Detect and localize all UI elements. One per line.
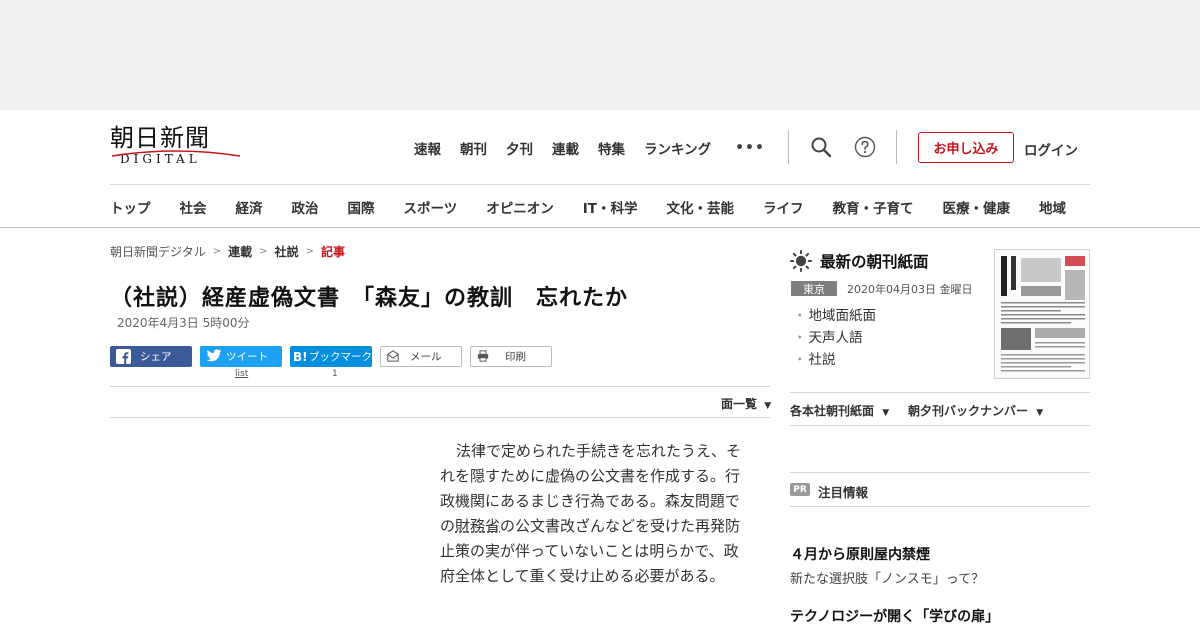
hatena-bookmark-icon: B! xyxy=(293,349,308,364)
divider xyxy=(790,506,1090,507)
top-nav-ranking[interactable]: ランキング xyxy=(644,138,711,158)
subscribe-button[interactable]: お申し込み xyxy=(918,132,1014,163)
divider xyxy=(790,472,1090,473)
search-icon[interactable] xyxy=(809,135,833,159)
category-life[interactable]: ライフ xyxy=(763,197,804,217)
edition-badge: 東京 xyxy=(791,281,837,296)
breadcrumb-separator: > xyxy=(259,246,268,257)
edition-date: 2020年04月03日 金曜日 xyxy=(847,283,973,296)
category-health[interactable]: 医療・健康 xyxy=(942,197,1010,217)
facebook-icon xyxy=(116,349,131,364)
help-icon[interactable] xyxy=(853,135,877,159)
top-nav-rensai[interactable]: 連載 xyxy=(552,138,579,158)
caret-down-icon: ▼ xyxy=(1036,408,1044,418)
header-divider xyxy=(788,130,789,164)
breadcrumb-subsection[interactable]: 社説 xyxy=(275,243,299,260)
mail-icon xyxy=(387,350,399,362)
pr-badge: PR xyxy=(790,483,810,496)
caret-down-icon: ▼ xyxy=(882,408,890,418)
print-icon xyxy=(477,350,489,362)
keyword-link[interactable]: 財務省 xyxy=(455,517,500,535)
divider xyxy=(790,392,1090,393)
facebook-share-button[interactable]: シェア xyxy=(110,346,192,367)
category-economy[interactable]: 経済 xyxy=(236,197,263,217)
article-date: 2020年4月3日 5時00分 xyxy=(117,316,250,330)
logo-arc-icon xyxy=(111,150,241,157)
login-link[interactable]: ログイン xyxy=(1024,139,1078,159)
facebook-share-label: シェア xyxy=(140,351,172,363)
divider xyxy=(110,417,770,418)
page-list-label: 面一覧 xyxy=(721,397,758,411)
twitter-share-label: ツイート xyxy=(226,351,268,363)
category-it-science[interactable]: IT・科学 xyxy=(583,197,638,217)
regional-editions-dropdown[interactable]: 各本社朝刊紙面 ▼ xyxy=(790,402,889,419)
paper-link-regional[interactable]: 地域面紙面 xyxy=(793,305,877,327)
latest-paper-title: 最新の朝刊紙面 xyxy=(820,253,929,271)
article-title: （社説）経産虚偽文書 「森友」の教訓 忘れたか xyxy=(110,286,629,311)
breadcrumb-home[interactable]: 朝日新聞デジタル xyxy=(110,243,206,260)
header-divider-2 xyxy=(896,130,897,164)
breadcrumb-separator: > xyxy=(212,246,222,257)
top-nav-tokushu[interactable]: 特集 xyxy=(598,138,625,158)
page-list-dropdown[interactable]: 面一覧 ▼ xyxy=(721,395,771,412)
breadcrumb-current: 記事 xyxy=(320,245,345,259)
category-culture[interactable]: 文化・芸能 xyxy=(666,197,734,217)
print-label: 印刷 xyxy=(505,351,526,363)
breadcrumb-section[interactable]: 連載 xyxy=(228,243,252,260)
sun-icon xyxy=(790,250,812,272)
newspaper-thumbnail[interactable] xyxy=(994,249,1090,379)
divider xyxy=(110,386,770,387)
mail-share-button[interactable]: メール xyxy=(380,346,462,367)
latest-paper-heading[interactable]: 最新の朝刊紙面 xyxy=(790,250,929,272)
hatena-bookmark-button[interactable]: B! ブックマーク xyxy=(290,346,372,367)
category-international[interactable]: 国際 xyxy=(348,197,375,217)
category-sports[interactable]: スポーツ xyxy=(404,197,458,217)
category-society[interactable]: 社会 xyxy=(180,197,207,217)
more-dots-icon[interactable]: ••• xyxy=(735,140,765,156)
breadcrumb-separator: > xyxy=(305,246,314,257)
top-nav-choukan[interactable]: 朝刊 xyxy=(460,138,487,158)
newspaper-page-image xyxy=(995,250,1089,378)
category-top[interactable]: トップ xyxy=(110,197,151,217)
hatena-bookmark-label: ブックマーク xyxy=(309,351,372,363)
promo-title[interactable]: テクノロジーが開く「学びの扉」 xyxy=(790,606,999,626)
category-region[interactable]: 地域 xyxy=(1039,197,1066,217)
category-education[interactable]: 教育・子育て xyxy=(832,197,913,217)
site-header: 朝日新聞 DIGITAL 速報 朝刊 夕刊 連載 特集 ランキング ••• お申… xyxy=(0,110,1200,228)
divider xyxy=(790,425,1090,426)
back-numbers-label: 朝夕刊バックナンバー xyxy=(908,404,1029,418)
breadcrumb: 朝日新聞デジタル > 連載 > 社説 > 記事 xyxy=(110,243,345,260)
twitter-share-button[interactable]: ツイート xyxy=(200,346,282,367)
caret-down-icon: ▼ xyxy=(764,401,772,411)
top-nav-sokuho[interactable]: 速報 xyxy=(414,138,441,158)
paper-links: 地域面紙面 天声人語 社説 xyxy=(793,305,877,371)
mail-share-label: メール xyxy=(410,351,442,363)
top-nav: 速報 朝刊 夕刊 連載 特集 ランキング ••• xyxy=(414,138,765,158)
top-nav-yukan[interactable]: 夕刊 xyxy=(506,138,533,158)
back-numbers-dropdown[interactable]: 朝夕刊バックナンバー ▼ xyxy=(908,402,1043,419)
promo-title[interactable]: ４月から原則屋内禁煙 xyxy=(790,544,930,564)
category-politics[interactable]: 政治 xyxy=(292,197,319,217)
paper-link-editorial[interactable]: 社説 xyxy=(793,349,876,371)
promo-subtitle[interactable]: 新たな選択肢「ノンスモ」って？ xyxy=(790,568,984,587)
twitter-count-link[interactable]: list xyxy=(235,369,248,379)
ad-banner-area xyxy=(0,0,1200,110)
category-divider xyxy=(110,184,1090,185)
category-nav: トップ 社会 経済 政治 国際 スポーツ オピニオン IT・科学 文化・芸能 ラ… xyxy=(110,197,1066,217)
regional-editions-label: 各本社朝刊紙面 xyxy=(790,404,875,418)
category-opinion[interactable]: オピニオン xyxy=(486,197,554,217)
twitter-icon xyxy=(206,349,222,362)
site-logo[interactable]: 朝日新聞 DIGITAL xyxy=(110,124,242,170)
print-button[interactable]: 印刷 xyxy=(470,346,552,367)
paper-link-tensei-jingo[interactable]: 天声人語 xyxy=(793,327,876,349)
article-body: 法律で定められた手続きを忘れたうえ、それを隠すために虚偽の公文書を作成する。行政… xyxy=(440,439,750,589)
pr-section-label: 注目情報 xyxy=(818,485,869,500)
hatena-bookmark-count: 1 xyxy=(332,369,338,379)
